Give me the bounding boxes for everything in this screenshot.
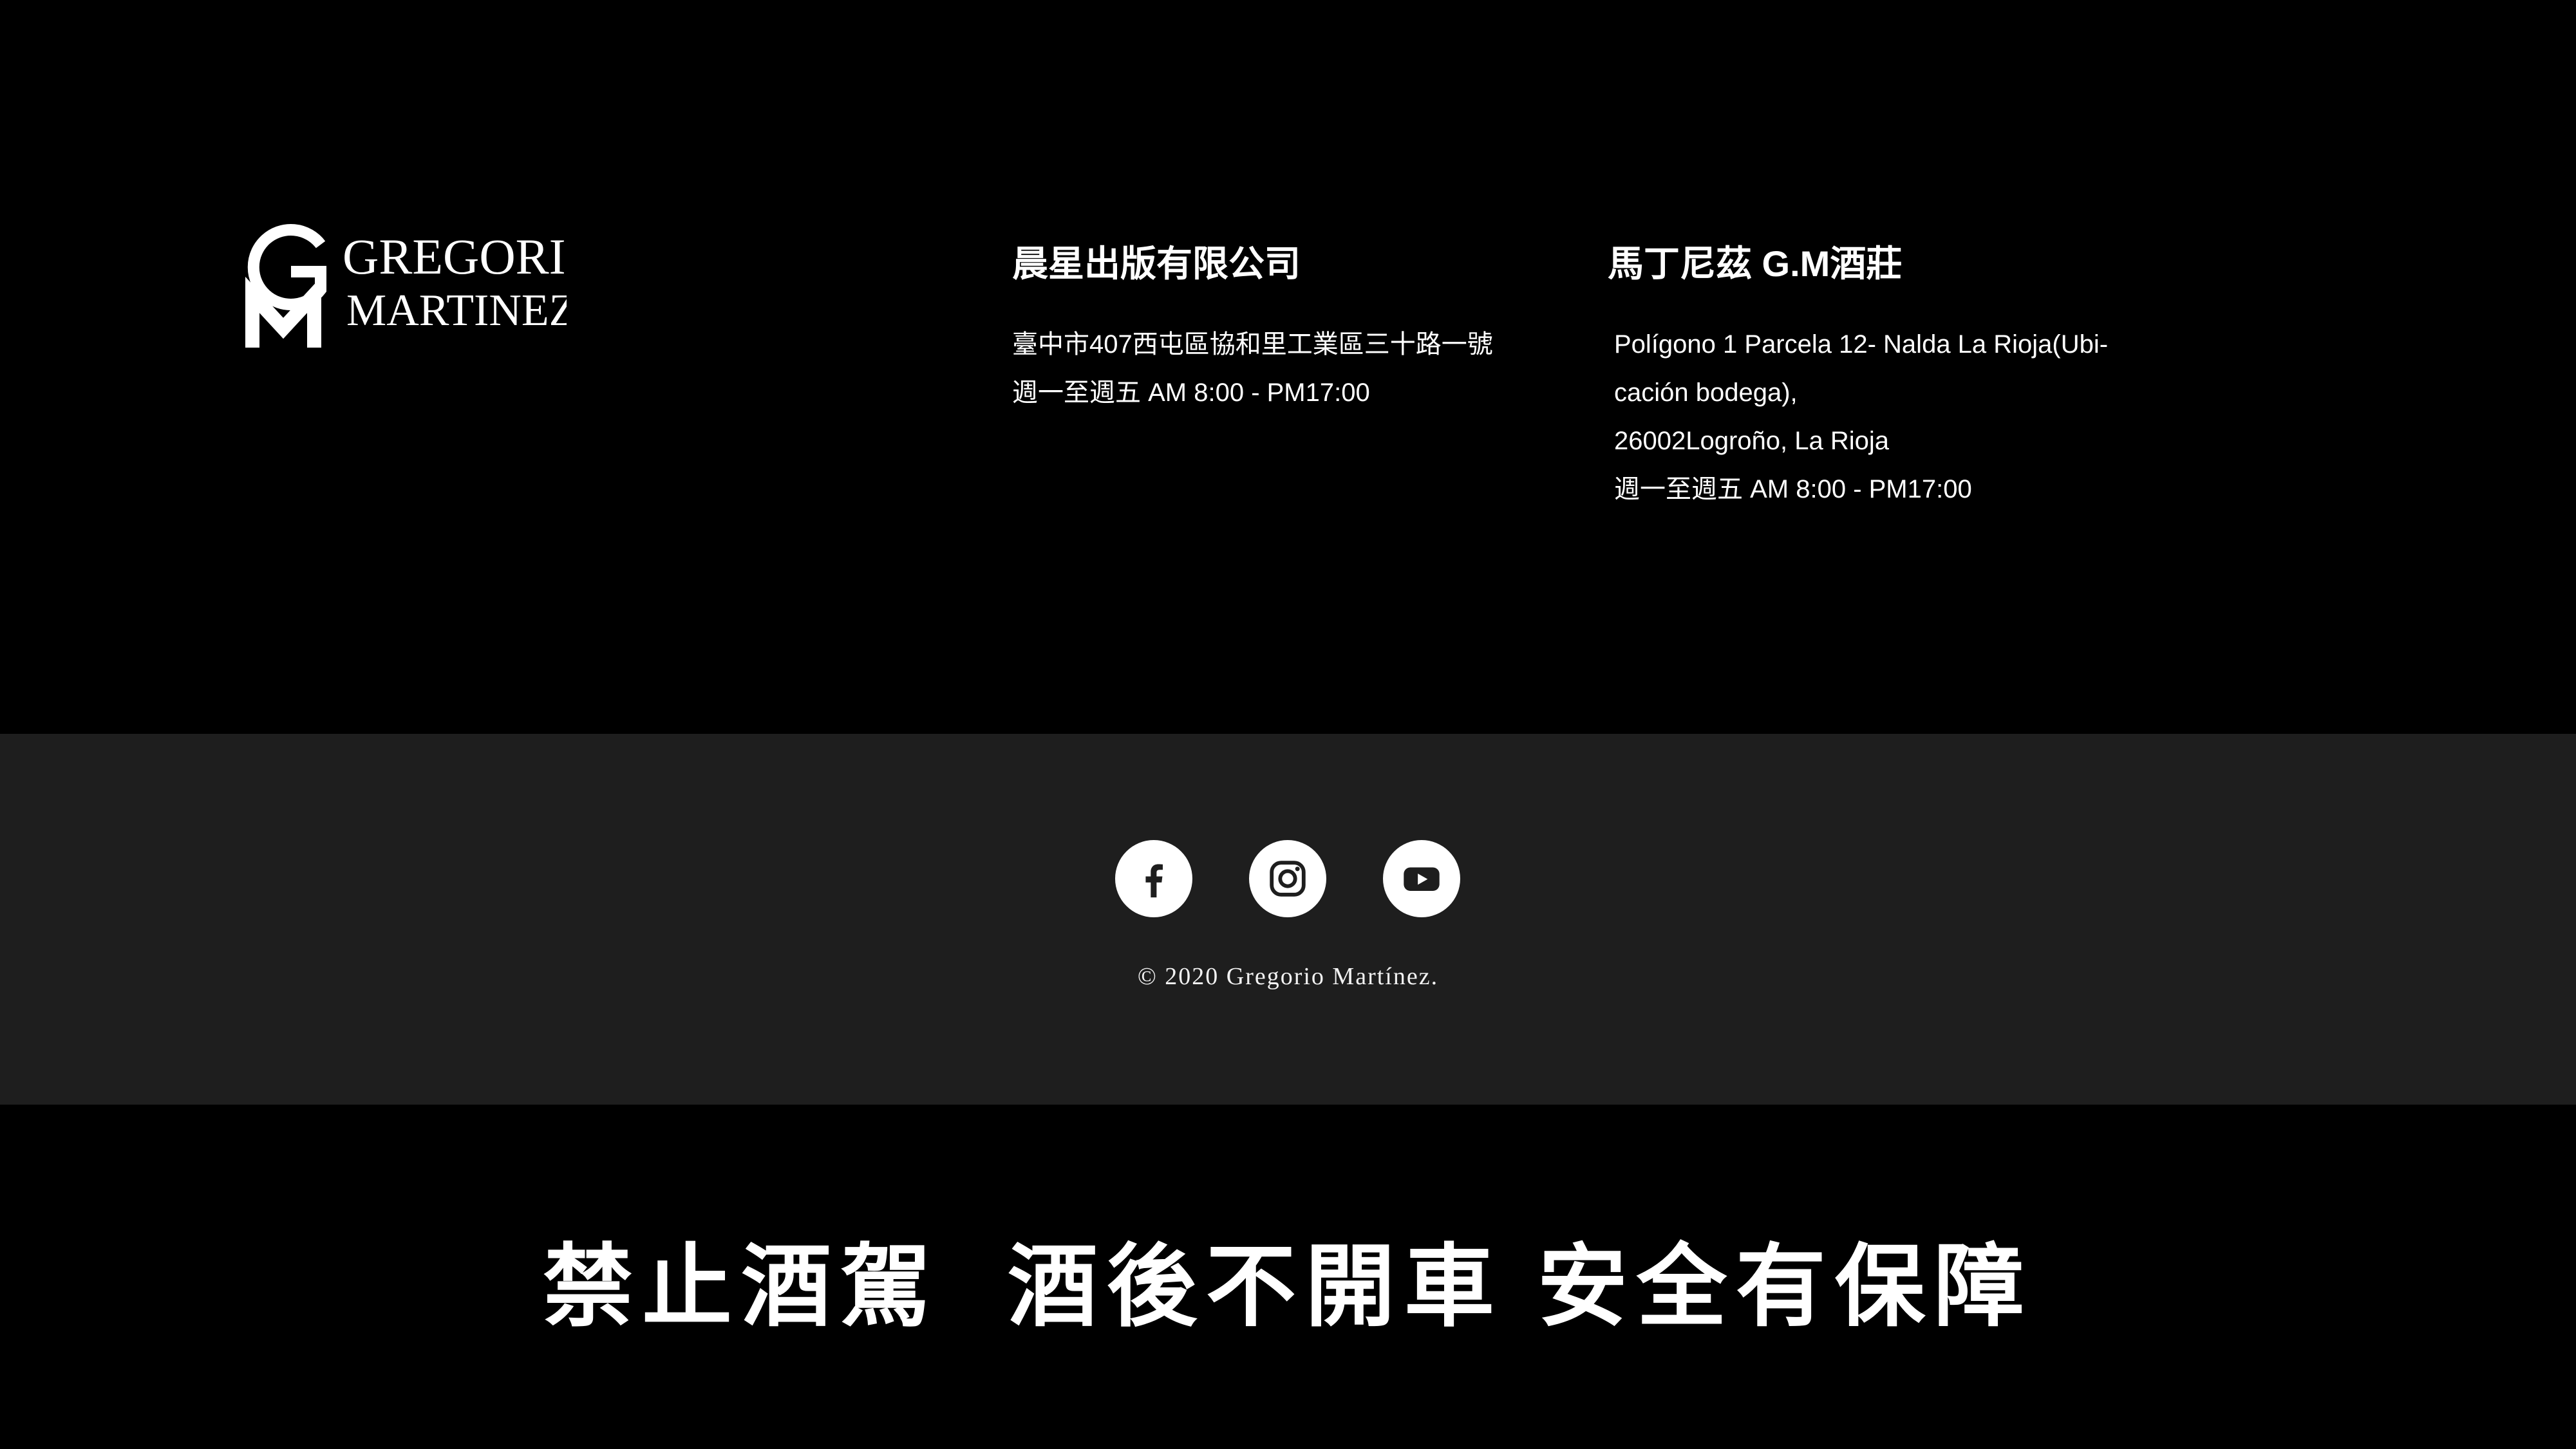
winery-address-line-1: Polígono 1 Parcela 12- Nalda La Rioja(Ub… [1614, 330, 2109, 359]
slogan-section: 禁止酒駕 酒後不開車 安全有保障 [0, 1105, 2576, 1449]
company-info: 晨星出版有限公司 臺中市407西屯區協和里工業區三十路一號 週一至週五 AM 8… [1012, 238, 1493, 417]
gm-monogram-icon: GREGORIO MARTINEZ [245, 224, 602, 348]
footer-top-section: GREGORIO MARTINEZ 晨星出版有限公司 臺中市407西屯區協和里工… [0, 0, 2576, 734]
winery-details: Polígono 1 Parcela 12- Nalda La Rioja(Ub… [1608, 321, 2123, 514]
logo-line2: MARTINEZ [346, 286, 567, 335]
logo-line1: GREGORIO [343, 229, 567, 285]
footer-social-section: © 2020 Gregorio Martínez. [0, 734, 2576, 1105]
social-links [1115, 840, 1460, 917]
instagram-icon [1270, 861, 1306, 897]
winery-address-line-3: 26002Logroño, La Rioja [1614, 427, 1890, 455]
facebook-link[interactable] [1115, 840, 1192, 917]
youtube-link[interactable] [1383, 840, 1460, 917]
company-address: 臺中市407西屯區協和里工業區三十路一號 [1012, 330, 1493, 359]
company-title: 晨星出版有限公司 [1012, 243, 1301, 284]
facebook-icon [1145, 864, 1163, 898]
copyright-text: © 2020 Gregorio Martínez. [1137, 963, 1439, 990]
youtube-icon [1404, 867, 1440, 891]
company-hours: 週一至週五 AM 8:00 - PM17:00 [1012, 379, 1370, 407]
winery-info: 馬丁尼茲 G.M酒莊 Polígono 1 Parcela 12- Nalda … [1608, 238, 2123, 514]
winery-hours: 週一至週五 AM 8:00 - PM17:00 [1614, 475, 1972, 503]
company-details: 臺中市407西屯區協和里工業區三十路一號 週一至週五 AM 8:00 - PM1… [1012, 321, 1493, 417]
instagram-link[interactable] [1249, 840, 1326, 917]
brand-logo[interactable]: GREGORIO MARTINEZ [245, 219, 602, 354]
winery-title: 馬丁尼茲 G.M酒莊 [1608, 243, 1903, 284]
winery-address-line-2: cación bodega), [1614, 379, 1798, 407]
drink-drive-slogan: 禁止酒駕 酒後不開車 安全有保障 [543, 1236, 2033, 1337]
